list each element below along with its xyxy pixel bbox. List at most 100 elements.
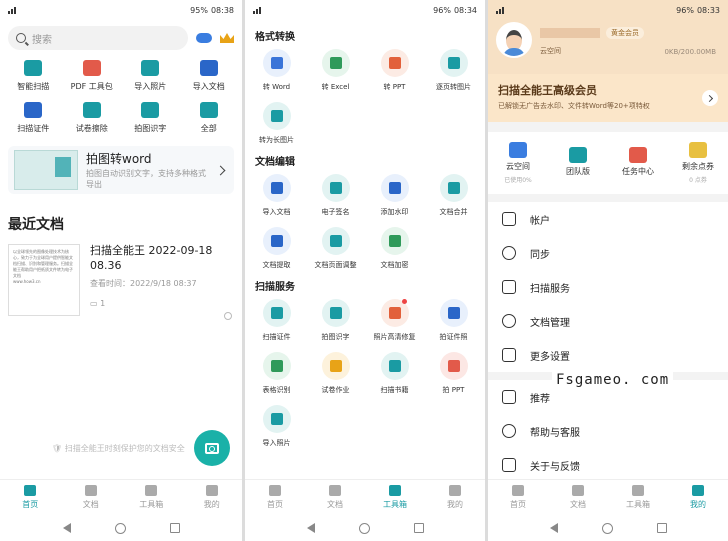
search-input[interactable]: 搜索 <box>8 26 188 50</box>
menu-item[interactable]: 帮助与客服 <box>488 414 728 448</box>
nav-tab-label: 我的 <box>690 500 706 509</box>
quick-action-sub: 已使用0% <box>504 177 532 184</box>
erase-icon <box>82 102 101 118</box>
nav-tab-0[interactable]: 首页 <box>245 480 305 515</box>
tool-1[interactable]: PDF 工具包 <box>63 60 122 92</box>
nav-tab-3[interactable]: 我的 <box>668 480 728 515</box>
tool-glyph-icon <box>270 413 283 425</box>
menu-item[interactable]: 帐户 <box>488 202 728 236</box>
toolbox-item[interactable]: 转 Excel <box>306 49 365 92</box>
menu-item-icon <box>502 212 516 226</box>
back-icon[interactable] <box>62 523 71 533</box>
quick-action-sub: 0 点券 <box>689 177 707 184</box>
nav-tab-2[interactable]: 工具箱 <box>365 480 425 515</box>
toolbox-item[interactable]: 表格识别 <box>247 352 306 395</box>
nav-tab-0[interactable]: 首页 <box>0 480 61 515</box>
back-icon[interactable] <box>306 523 315 533</box>
menu-item[interactable]: 扫描服务 <box>488 270 728 304</box>
tool-6[interactable]: 拍图识字 <box>121 102 180 134</box>
toolbox-item[interactable]: 转为长图片 <box>247 102 306 145</box>
home-screen: 95% 08:38 搜索 智能扫描 PDF 工具包 导入照片 导入文档 扫描证件 试卷擦除… <box>0 0 242 541</box>
home-icon[interactable] <box>601 522 613 534</box>
nav-tab-icon <box>24 485 37 496</box>
toolbox-item[interactable]: 文档合并 <box>424 174 483 217</box>
camera-button[interactable] <box>194 430 230 466</box>
recent-apps-icon[interactable] <box>169 523 180 533</box>
tool-label: PDF 工具包 <box>70 82 113 91</box>
home-icon[interactable] <box>358 522 370 534</box>
toolbox-item[interactable]: 导入照片 <box>247 405 306 448</box>
system-nav <box>245 515 485 541</box>
menu-item[interactable]: 同步 <box>488 236 728 270</box>
tool-2[interactable]: 导入照片 <box>121 60 180 92</box>
menu-item[interactable]: 关于与反馈 <box>488 448 728 482</box>
toolbox-item[interactable]: 试卷作业 <box>306 352 365 395</box>
menu-item-label: 关于与反馈 <box>530 461 580 473</box>
tool-glyph-icon <box>388 182 401 194</box>
quick-action-1[interactable]: 团队版 <box>548 146 608 180</box>
toolbox-item[interactable]: 文档提取 <box>247 227 306 270</box>
toolbox-item[interactable]: 添加水印 <box>365 174 424 217</box>
menu-item-icon <box>502 424 516 438</box>
list-item[interactable]: 以全球领先的图像处理技术为核心，致力于为全球用户提供智能文档扫描、识别和管理服务… <box>0 240 242 320</box>
toolbox-item-label: 文档页面调整 <box>314 261 357 269</box>
tool-7[interactable]: 全部 <box>180 102 239 134</box>
menu-item[interactable]: 更多设置 <box>488 338 728 372</box>
home-icon[interactable] <box>114 522 126 534</box>
recent-apps-icon[interactable] <box>413 523 424 533</box>
tool-icon <box>380 174 409 202</box>
toolbox-item[interactable]: 导入文档 <box>247 174 306 217</box>
toolbox-item[interactable]: 拍证件照 <box>424 299 483 342</box>
toolbox-item[interactable]: 拍图识字 <box>306 299 365 342</box>
avatar[interactable] <box>496 22 532 58</box>
tool-4[interactable]: 扫描证件 <box>4 102 63 134</box>
tool-5[interactable]: 试卷擦除 <box>63 102 122 134</box>
section-title: 扫描服务 <box>255 282 295 293</box>
crown-icon[interactable] <box>220 33 234 43</box>
nav-tab-1[interactable]: 文档 <box>548 480 608 515</box>
menu-item-label: 更多设置 <box>530 351 570 363</box>
recent-apps-icon[interactable] <box>656 523 667 533</box>
select-radio[interactable] <box>224 312 232 320</box>
nav-tab-1[interactable]: 文档 <box>61 480 122 515</box>
toolbox-item[interactable]: 扫描证件 <box>247 299 306 342</box>
toolbox-item[interactable]: 电子签名 <box>306 174 365 217</box>
nav-tab-2[interactable]: 工具箱 <box>121 480 182 515</box>
nav-tab-3[interactable]: 我的 <box>182 480 243 515</box>
toolbox-item-label: 扫描书籍 <box>380 386 409 394</box>
toolbox-item[interactable]: 文档页面调整 <box>306 227 365 270</box>
nav-tab-label: 工具箱 <box>383 500 407 509</box>
vip-arrow-button[interactable] <box>702 90 718 106</box>
nav-tab-3[interactable]: 我的 <box>425 480 485 515</box>
toolbox-item[interactable]: 扫描书籍 <box>365 352 424 395</box>
tool-grid: 智能扫描 PDF 工具包 导入照片 导入文档扫描证件 试卷擦除 拍图识字 全部 <box>0 56 242 138</box>
quick-action-3[interactable]: 剩余点券 0 点券 <box>668 142 728 184</box>
back-icon[interactable] <box>549 523 558 533</box>
toolbox-item[interactable]: 拍 PPT <box>424 352 483 395</box>
nav-tab-label: 工具箱 <box>626 500 650 509</box>
tool-label: 导入照片 <box>134 82 167 91</box>
tool-glyph-icon <box>329 182 342 194</box>
cloud-space-label[interactable]: 云空间 <box>540 46 561 56</box>
quick-action-0[interactable]: 云空间 已使用0% <box>488 142 548 184</box>
nav-tab-1[interactable]: 文档 <box>305 480 365 515</box>
menu-item[interactable]: 文档管理 <box>488 304 728 338</box>
tool-glyph-icon <box>447 360 460 372</box>
toolbox-item-label: 表格识别 <box>262 386 291 394</box>
quick-action-2[interactable]: 任务中心 <box>608 146 668 180</box>
tool-3[interactable]: 导入文档 <box>180 60 239 92</box>
promo-banner[interactable]: 拍图转word 拍图自动识别文字，支持多种格式导出 <box>8 146 234 194</box>
toolbox-item[interactable]: 逐页转图片 <box>424 49 483 92</box>
toolbox-item[interactable]: 转 PPT <box>365 49 424 92</box>
cloud-icon[interactable] <box>196 33 212 43</box>
tool-0[interactable]: 智能扫描 <box>4 60 63 92</box>
pdf-icon <box>82 60 101 76</box>
toolbox-item[interactable]: 转 Word <box>247 49 306 92</box>
toolbox-item[interactable]: 文档加密 <box>365 227 424 270</box>
toolbox-item-label: 转 PPT <box>383 83 406 91</box>
nav-tab-0[interactable]: 首页 <box>488 480 548 515</box>
nav-tab-2[interactable]: 工具箱 <box>608 480 668 515</box>
vip-card[interactable]: 扫描全能王高级会员 已解锁无广告去水印、文件转Word等20+项特权 <box>488 74 728 122</box>
tool-glyph-icon <box>447 307 460 319</box>
toolbox-item[interactable]: 照片高清修复 <box>365 299 424 342</box>
